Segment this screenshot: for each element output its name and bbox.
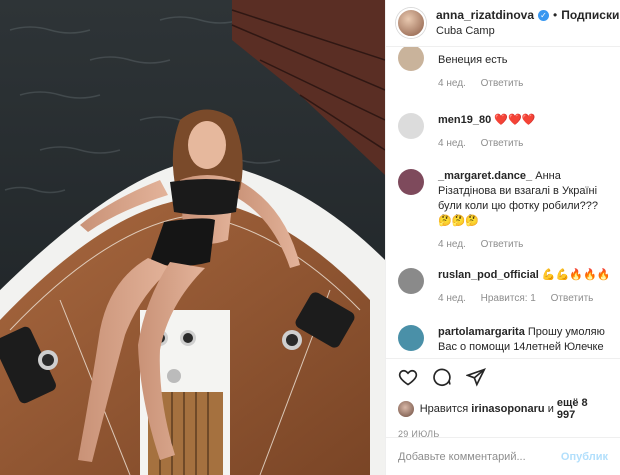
comment-avatar[interactable] — [398, 325, 424, 351]
comment-avatar[interactable] — [398, 47, 424, 71]
reply-button[interactable]: Ответить — [551, 293, 594, 304]
comment-meta: 4 нед. Ответить — [438, 136, 535, 151]
likes-prefix: Нравится — [419, 403, 469, 415]
comment-body: _margaret.dance_ Анна Різатдінова ви вза… — [438, 169, 612, 252]
post-location[interactable]: Cuba Camp — [436, 25, 619, 38]
verified-badge-icon: ✓ — [538, 10, 550, 22]
comment-line: partolamargarita Прошу умоляю Вас о помо… — [438, 325, 612, 355]
comments-list[interactable]: Венеция есть 4 нед. Ответить men19_80 ❤️… — [386, 47, 620, 358]
post-sidebar: anna_rizatdinova ✓ • Подписки Cuba Camp … — [385, 0, 620, 475]
comment-body: partolamargarita Прошу умоляю Вас о помо… — [438, 325, 612, 355]
comment-item: partolamargarita Прошу умоляю Вас о помо… — [398, 325, 612, 355]
following-button[interactable]: Подписки — [561, 8, 619, 23]
likes-user[interactable]: irinasoponaru — [471, 403, 544, 415]
share-icon[interactable] — [466, 367, 486, 387]
reply-button[interactable]: Ответить — [481, 138, 524, 149]
action-icons — [398, 367, 608, 387]
likes-and: и — [547, 403, 554, 415]
author-username[interactable]: anna_rizatdinova — [436, 8, 534, 23]
author-info: anna_rizatdinova ✓ • Подписки Cuba Camp — [436, 7, 619, 38]
comment-body: men19_80 ❤️❤️❤️ 4 нед. Ответить — [438, 113, 535, 151]
comment-text: Венеция есть — [438, 54, 508, 66]
comment-item: men19_80 ❤️❤️❤️ 4 нед. Ответить — [398, 113, 612, 151]
photo-scene — [0, 0, 385, 475]
separator-dot: • — [553, 7, 558, 22]
post-header: anna_rizatdinova ✓ • Подписки Cuba Camp — [386, 0, 620, 47]
publish-button[interactable]: Опублик — [561, 451, 608, 463]
comment-username[interactable]: men19_80 — [438, 114, 491, 126]
comment-input[interactable]: Добавьте комментарий... — [398, 451, 561, 463]
comment-username[interactable]: _margaret.dance_ — [438, 170, 532, 182]
author-line: anna_rizatdinova ✓ • Подписки — [436, 7, 619, 23]
author-avatar[interactable] — [396, 8, 426, 38]
post-modal: anna_rizatdinova ✓ • Подписки Cuba Camp … — [0, 0, 620, 475]
comment-item: _margaret.dance_ Анна Різатдінова ви вза… — [398, 169, 612, 252]
comment-meta: 4 нед. Нравится: 1 Ответить — [438, 291, 610, 306]
comment-likes[interactable]: Нравится: 1 — [481, 293, 536, 304]
comment-body: Венеция есть 4 нед. Ответить — [438, 47, 535, 91]
comment-text: 💪💪🔥🔥🔥 — [541, 269, 611, 281]
post-photo[interactable] — [0, 0, 385, 475]
comment-time[interactable]: 4 нед. — [438, 239, 466, 250]
comment-icon[interactable] — [432, 367, 452, 387]
comment-time[interactable]: 4 нед. — [438, 78, 466, 89]
comment-meta: 4 нед. Ответить — [438, 76, 535, 91]
comment-item: Венеция есть 4 нед. Ответить — [398, 47, 612, 91]
reply-button[interactable]: Ответить — [481, 78, 524, 89]
comment-line: men19_80 ❤️❤️❤️ — [438, 113, 535, 128]
heart-icon[interactable] — [398, 367, 418, 387]
comment-text: ❤️❤️❤️ — [494, 114, 536, 126]
comment-avatar[interactable] — [398, 113, 424, 139]
comment-time[interactable]: 4 нед. — [438, 293, 466, 304]
comment-line: _margaret.dance_ Анна Різатдінова ви вза… — [438, 169, 612, 229]
add-comment-bar: Добавьте комментарий... Опублик — [386, 437, 620, 475]
comment-item: ruslan_pod_official 💪💪🔥🔥🔥 4 нед. Нравитс… — [398, 268, 612, 306]
comment-avatar[interactable] — [398, 268, 424, 294]
likes-count[interactable]: ещё 8 997 — [557, 397, 608, 421]
likes-summary: Нравится irinasoponaru и ещё 8 997 — [398, 397, 608, 421]
comment-username[interactable]: ruslan_pod_official — [438, 269, 539, 281]
comment-username[interactable]: partolamargarita — [438, 326, 525, 338]
comment-meta: 4 нед. Ответить — [438, 237, 612, 252]
reply-button[interactable]: Ответить — [481, 239, 524, 250]
comment-body: ruslan_pod_official 💪💪🔥🔥🔥 4 нед. Нравитс… — [438, 268, 610, 306]
comment-line: ruslan_pod_official 💪💪🔥🔥🔥 — [438, 268, 610, 283]
post-actions: Нравится irinasoponaru и ещё 8 997 29 ИЮ… — [386, 358, 620, 439]
liker-avatar[interactable] — [398, 401, 414, 417]
comment-time[interactable]: 4 нед. — [438, 138, 466, 149]
comment-avatar[interactable] — [398, 169, 424, 195]
